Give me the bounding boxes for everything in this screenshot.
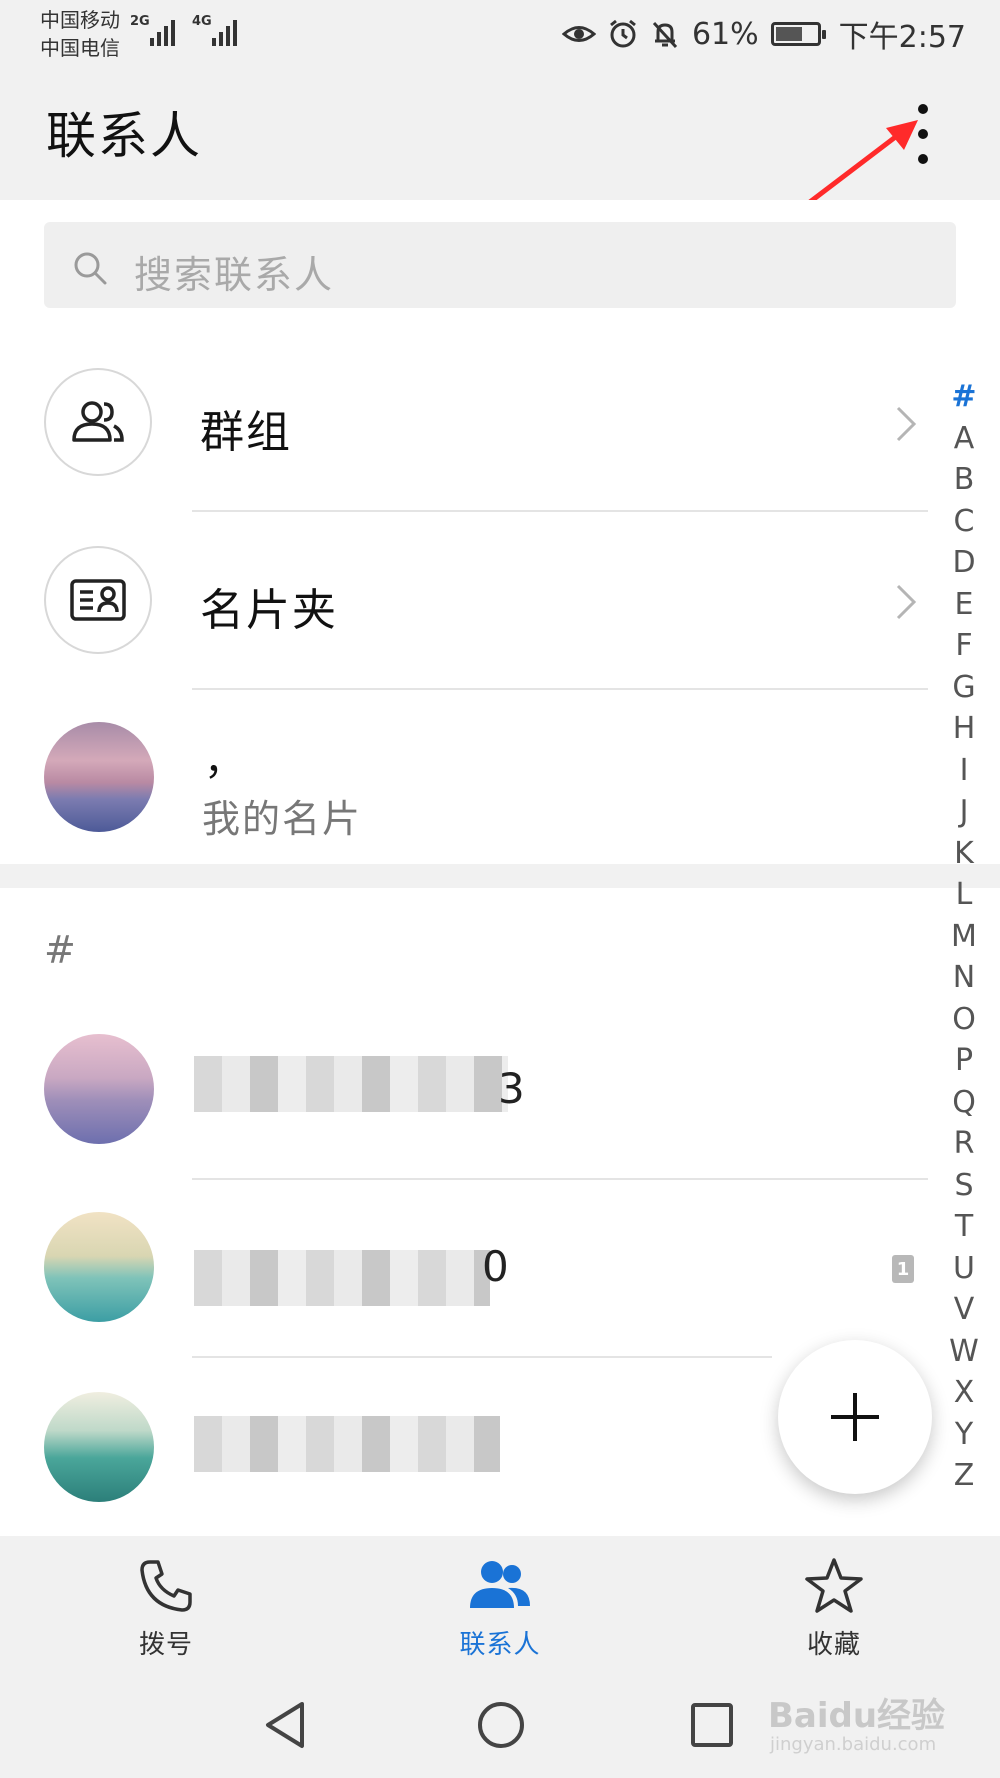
- groups-row[interactable]: [44, 368, 924, 476]
- carrier-1: 中国移动: [40, 8, 120, 32]
- divider: [192, 1356, 772, 1358]
- divider: [192, 688, 928, 690]
- alphabet-index-letter[interactable]: N: [953, 957, 975, 999]
- alphabet-index-letter[interactable]: B: [954, 459, 975, 501]
- alphabet-index-letter[interactable]: G: [952, 667, 975, 709]
- alphabet-index-letter[interactable]: A: [954, 418, 975, 460]
- more-dot-icon: [918, 129, 928, 139]
- page-title: 联系人: [46, 107, 202, 165]
- nav-contacts[interactable]: 联系人: [400, 1556, 600, 1661]
- network-type-1: 2G: [130, 14, 150, 29]
- groups-icon: [44, 368, 152, 476]
- card-holder-label: 名片夹: [200, 585, 338, 636]
- alphabet-index-letter[interactable]: K: [954, 833, 974, 875]
- star-icon: [805, 1558, 863, 1613]
- more-dot-icon: [918, 104, 928, 114]
- alphabet-index-letter[interactable]: J: [960, 791, 969, 833]
- divider: [192, 1178, 928, 1180]
- avatar: [44, 1034, 154, 1144]
- battery-icon: [770, 22, 826, 46]
- carrier-info: 中国移动 中国电信: [40, 6, 120, 62]
- eye-comfort-icon: [561, 26, 596, 42]
- more-options-button[interactable]: [905, 104, 941, 164]
- carrier-2: 中国电信: [40, 36, 120, 60]
- nav-dial-label: 拨号: [138, 1630, 193, 1660]
- more-dot-icon: [918, 154, 928, 164]
- phone-icon: [140, 1560, 192, 1612]
- home-icon[interactable]: [476, 1700, 526, 1750]
- alphabet-index-letter[interactable]: P: [955, 1040, 973, 1082]
- alphabet-index-letter[interactable]: S: [954, 1165, 973, 1207]
- alphabet-index-letter[interactable]: F: [955, 625, 972, 667]
- contact-name-tail: 3: [498, 1064, 525, 1113]
- card-holder-row[interactable]: [44, 546, 924, 654]
- my-card-row[interactable]: [44, 722, 924, 832]
- alphabet-index-letter[interactable]: I: [960, 750, 969, 792]
- groups-label: 群组: [200, 407, 292, 458]
- nav-contacts-label: 联系人: [459, 1630, 541, 1660]
- contact-name-redacted: [194, 1056, 508, 1112]
- avatar: [44, 1392, 154, 1502]
- business-card-icon: [44, 546, 152, 654]
- avatar: [44, 1212, 154, 1322]
- contacts-icon: [470, 1561, 530, 1608]
- nav-favorites[interactable]: 收藏: [734, 1556, 934, 1661]
- alphabet-index-letter[interactable]: Y: [955, 1414, 973, 1456]
- chevron-right-icon: [896, 584, 917, 620]
- alphabet-index-letter[interactable]: W: [949, 1331, 979, 1373]
- watermark-url: jingyan.baidu.com: [770, 1734, 937, 1755]
- alphabet-index[interactable]: # A B C D E F G H I J K L M N O P Q R S T U V W X Y Z: [944, 376, 984, 1497]
- divider: [192, 510, 928, 512]
- alphabet-index-letter[interactable]: C: [954, 501, 975, 543]
- add-contact-button[interactable]: [778, 1340, 932, 1494]
- watermark-brand: Baidu经验: [768, 1696, 946, 1736]
- search-placeholder: 搜索联系人: [134, 253, 335, 297]
- search-icon: [74, 252, 107, 285]
- alphabet-index-letter[interactable]: D: [952, 542, 975, 584]
- my-avatar: [44, 722, 154, 832]
- alphabet-index-letter[interactable]: Z: [954, 1455, 975, 1497]
- nav-favorites-label: 收藏: [806, 1630, 861, 1660]
- alphabet-index-letter[interactable]: #: [951, 376, 976, 418]
- my-card-label: 我的名片: [202, 797, 363, 841]
- chevron-right-icon: [896, 406, 917, 442]
- status-icons: 61% 下午2:57: [561, 12, 966, 56]
- clock: 下午2:57: [838, 20, 966, 55]
- alphabet-index-letter[interactable]: M: [951, 916, 977, 958]
- contact-name-redacted: [194, 1250, 490, 1306]
- alphabet-index-letter[interactable]: Q: [952, 1082, 976, 1124]
- back-icon[interactable]: [262, 1700, 308, 1750]
- battery-percent: 61%: [691, 16, 759, 52]
- alphabet-index-letter[interactable]: E: [955, 584, 974, 626]
- mute-bell-icon: [652, 21, 678, 49]
- recents-icon[interactable]: [690, 1702, 734, 1748]
- sim-card-icon: 1: [892, 1255, 914, 1283]
- alarm-icon: [610, 19, 636, 48]
- alphabet-index-letter[interactable]: H: [953, 708, 976, 750]
- network-type-2: 4G: [192, 14, 212, 29]
- contact-name-tail: 0: [482, 1242, 509, 1291]
- alphabet-index-letter[interactable]: X: [954, 1372, 975, 1414]
- section-header: #: [44, 928, 76, 972]
- plus-icon: [831, 1393, 879, 1441]
- my-card-name: ，: [204, 738, 244, 784]
- alphabet-index-letter[interactable]: V: [954, 1289, 975, 1331]
- signal-icon-2: [212, 16, 237, 46]
- alphabet-index-letter[interactable]: R: [954, 1123, 975, 1165]
- alphabet-index-letter[interactable]: L: [956, 874, 973, 916]
- alphabet-index-letter[interactable]: U: [953, 1248, 975, 1290]
- nav-dial[interactable]: 拨号: [66, 1556, 266, 1661]
- contact-name-redacted: [194, 1416, 500, 1472]
- alphabet-index-letter[interactable]: O: [952, 999, 976, 1041]
- alphabet-index-letter[interactable]: T: [955, 1206, 973, 1248]
- signal-icon-1: [150, 16, 175, 46]
